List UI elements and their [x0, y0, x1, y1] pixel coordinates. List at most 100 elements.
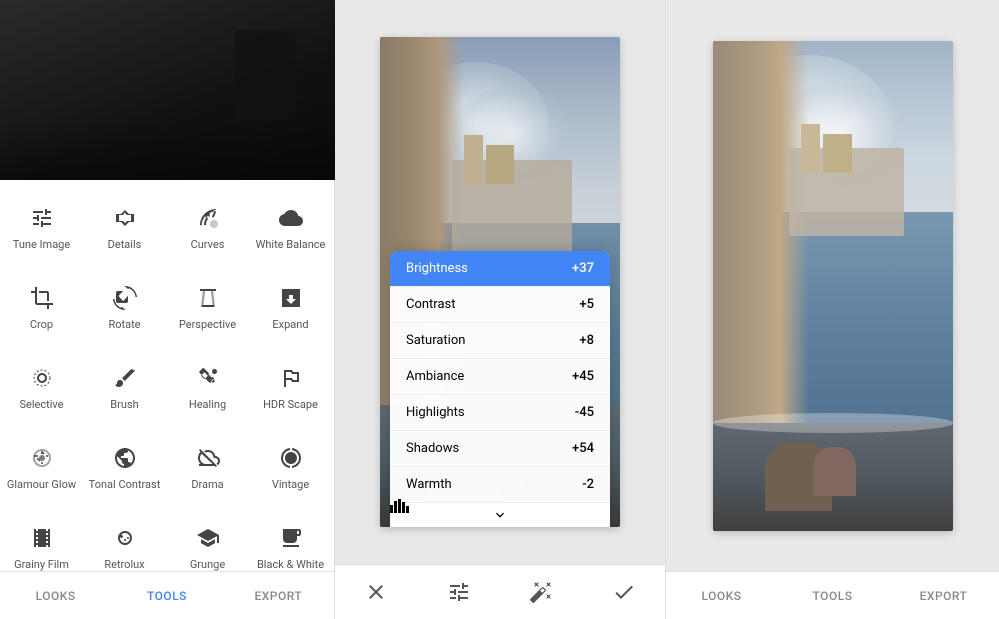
adj-chevron-down[interactable] — [390, 503, 610, 527]
tool-glamour-glow[interactable]: Glamour Glow — [0, 428, 83, 508]
adj-ambiance[interactable]: Ambiance +45 — [390, 359, 610, 395]
adj-highlights[interactable]: Highlights -45 — [390, 395, 610, 431]
white-balance-icon — [277, 204, 305, 232]
tune-image-icon — [28, 204, 56, 232]
tool-hdr-scape[interactable]: HDR Scape — [249, 348, 332, 428]
adj-highlights-name: Highlights — [406, 405, 575, 420]
tonal-contrast-label: Tonal Contrast — [89, 478, 161, 491]
tool-grainy-film[interactable]: Grainy Film — [0, 508, 83, 571]
adj-contrast-name: Contrast — [406, 297, 579, 312]
right-nav-export[interactable]: EXPORT — [888, 572, 999, 619]
tool-healing[interactable]: Healing — [166, 348, 249, 428]
tools-row-4: Grainy Film Retrolux Grunge Black & Whit… — [0, 508, 334, 571]
black-white-label: Black & White — [257, 558, 324, 571]
middle-bottom-bar — [335, 564, 665, 619]
glamour-glow-icon — [28, 444, 56, 472]
retrolux-label: Retrolux — [104, 558, 144, 571]
left-bottom-nav: LOOKS TOOLS EXPORT — [0, 571, 334, 619]
crop-label: Crop — [30, 318, 53, 331]
tool-selective[interactable]: Selective — [0, 348, 83, 428]
tonal-contrast-icon — [111, 444, 139, 472]
tool-curves[interactable]: Curves — [166, 188, 249, 268]
left-nav-export[interactable]: EXPORT — [223, 572, 334, 619]
vintage-icon — [277, 444, 305, 472]
cancel-button[interactable] — [358, 574, 394, 610]
right-bottom-nav: LOOKS TOOLS EXPORT — [666, 571, 999, 619]
middle-panel: Brightness +37 Contrast +5 Saturation +8… — [335, 0, 665, 619]
crop-icon — [28, 284, 56, 312]
right-image-container — [666, 0, 999, 571]
tool-vintage[interactable]: Vintage — [249, 428, 332, 508]
drama-label: Drama — [191, 478, 223, 491]
perspective-label: Perspective — [179, 318, 236, 331]
tool-crop[interactable]: Crop — [0, 268, 83, 348]
details-label: Details — [108, 238, 142, 251]
curves-label: Curves — [191, 238, 225, 251]
adj-brightness-value: +37 — [572, 261, 594, 276]
hdr-scape-icon — [277, 364, 305, 392]
tool-white-balance[interactable]: White Balance — [249, 188, 332, 268]
adj-shadows-name: Shadows — [406, 441, 572, 456]
left-nav-tools[interactable]: TOOLS — [111, 572, 222, 619]
selective-icon — [28, 364, 56, 392]
details-icon — [111, 204, 139, 232]
adjustments-overlay: Brightness +37 Contrast +5 Saturation +8… — [390, 251, 610, 527]
glamour-glow-label: Glamour Glow — [7, 478, 76, 491]
right-photo — [713, 41, 953, 531]
right-nav-tools[interactable]: TOOLS — [777, 572, 888, 619]
hdr-scape-label: HDR Scape — [263, 398, 318, 411]
adj-saturation-value: +8 — [579, 333, 594, 348]
grainy-film-label: Grainy Film — [14, 558, 69, 571]
magic-button[interactable] — [523, 574, 559, 610]
right-nav-looks[interactable]: LOOKS — [666, 572, 777, 619]
rotate-label: Rotate — [108, 318, 140, 331]
tool-tune-image[interactable]: Tune Image — [0, 188, 83, 268]
tool-tonal-contrast[interactable]: Tonal Contrast — [83, 428, 166, 508]
adj-warmth[interactable]: Warmth -2 — [390, 467, 610, 503]
confirm-button[interactable] — [606, 574, 642, 610]
adj-shadows[interactable]: Shadows +54 — [390, 431, 610, 467]
adj-saturation[interactable]: Saturation +8 — [390, 323, 610, 359]
tune-button[interactable] — [441, 574, 477, 610]
tools-row-2: Selective Brush Healing HDR Scape — [0, 348, 334, 428]
adj-saturation-name: Saturation — [406, 333, 579, 348]
left-panel: Tune Image Details Curves White Balance — [0, 0, 335, 619]
adj-ambiance-value: +45 — [572, 369, 594, 384]
middle-photo: Brightness +37 Contrast +5 Saturation +8… — [380, 37, 620, 527]
brush-icon — [111, 364, 139, 392]
tool-brush[interactable]: Brush — [83, 348, 166, 428]
grunge-icon — [194, 524, 222, 552]
tool-details[interactable]: Details — [83, 188, 166, 268]
tool-black-white[interactable]: Black & White — [249, 508, 332, 571]
middle-image-container: Brightness +37 Contrast +5 Saturation +8… — [335, 0, 665, 564]
grainy-film-icon — [28, 524, 56, 552]
adj-brightness-name: Brightness — [406, 261, 572, 276]
white-balance-label: White Balance — [256, 238, 326, 251]
adj-shadows-value: +54 — [572, 441, 594, 456]
curves-icon — [194, 204, 222, 232]
tools-grid: Tune Image Details Curves White Balance — [0, 180, 334, 571]
tool-rotate[interactable]: Rotate — [83, 268, 166, 348]
adj-contrast[interactable]: Contrast +5 — [390, 287, 610, 323]
expand-icon — [277, 284, 305, 312]
grunge-label: Grunge — [190, 558, 225, 571]
healing-icon — [194, 364, 222, 392]
adj-ambiance-name: Ambiance — [406, 369, 572, 384]
left-nav-looks[interactable]: LOOKS — [0, 572, 111, 619]
tune-image-label: Tune Image — [13, 238, 70, 251]
adj-contrast-value: +5 — [579, 297, 594, 312]
drama-icon — [194, 444, 222, 472]
histogram-button[interactable] — [390, 497, 410, 517]
expand-label: Expand — [272, 318, 308, 331]
right-panel: LOOKS TOOLS EXPORT — [665, 0, 999, 619]
adj-warmth-value: -2 — [582, 477, 594, 492]
tool-retrolux[interactable]: Retrolux — [83, 508, 166, 571]
tool-expand[interactable]: Expand — [249, 268, 332, 348]
tools-row-3: Glamour Glow Tonal Contrast Drama Vintag… — [0, 428, 334, 508]
tool-perspective[interactable]: Perspective — [166, 268, 249, 348]
tool-grunge[interactable]: Grunge — [166, 508, 249, 571]
tool-drama[interactable]: Drama — [166, 428, 249, 508]
tools-row-1: Crop Rotate Perspective Expand — [0, 268, 334, 348]
adj-brightness[interactable]: Brightness +37 — [390, 251, 610, 287]
selective-label: Selective — [20, 398, 64, 411]
